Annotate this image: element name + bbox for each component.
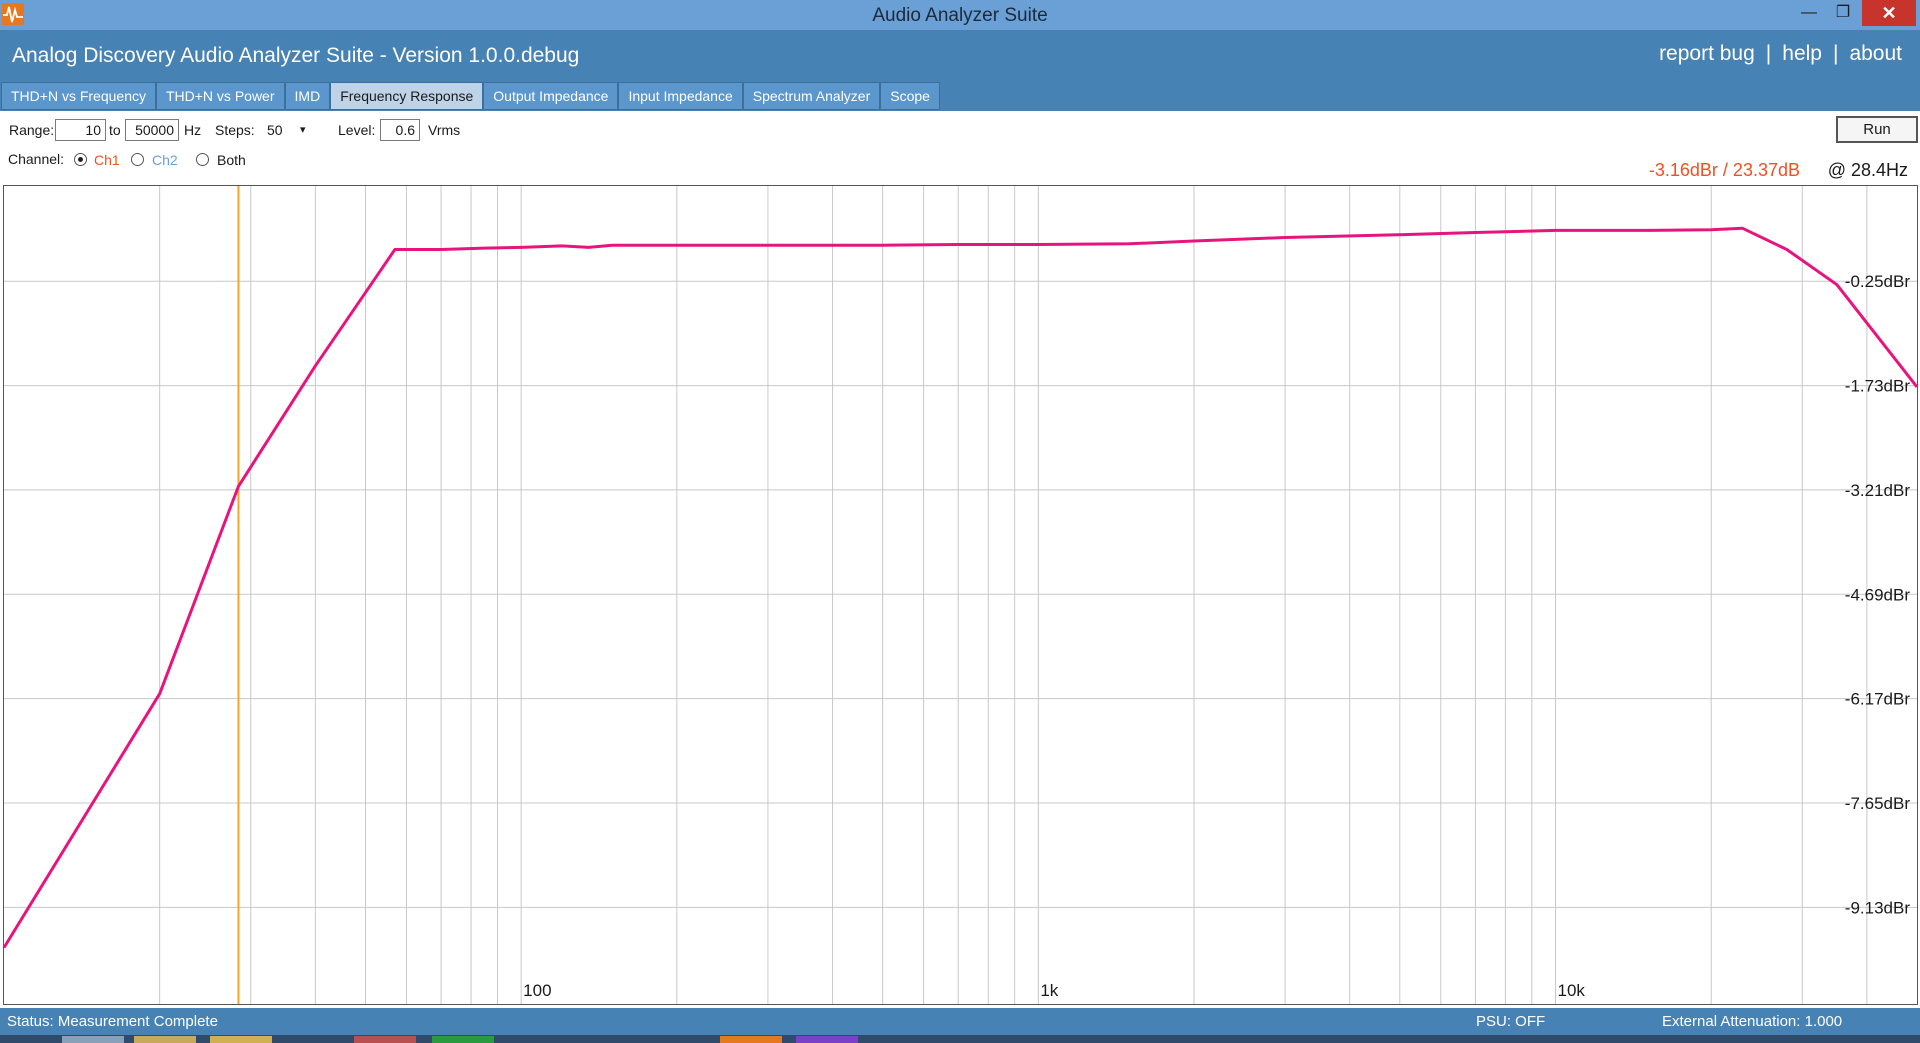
- taskbar-app-icon[interactable]: [134, 1036, 196, 1043]
- plot-border: [3, 185, 1918, 1005]
- taskbar-app-icon[interactable]: [62, 1036, 124, 1043]
- minimize-button[interactable]: —: [1792, 0, 1826, 26]
- external-attenuation: External Attenuation: 1.000: [1662, 1013, 1843, 1030]
- tab-input-impedance[interactable]: Input Impedance: [618, 82, 743, 110]
- run-button[interactable]: Run: [1836, 116, 1918, 143]
- restore-button[interactable]: ❐: [1826, 0, 1860, 26]
- taskbar: [0, 1035, 1920, 1043]
- y-tick-label: -4.69dBr: [1845, 585, 1911, 604]
- app-title: Analog Discovery Audio Analyzer Suite - …: [12, 44, 580, 67]
- help-link[interactable]: help: [1782, 42, 1822, 65]
- steps-label: Steps:: [215, 122, 255, 138]
- taskbar-app-icon[interactable]: [210, 1036, 272, 1043]
- ch2-radio[interactable]: [131, 153, 144, 166]
- tab-thdn-vs-power[interactable]: THD+N vs Power: [155, 82, 285, 110]
- title-bar: Audio Analyzer Suite — ❐ ✕: [0, 0, 1920, 30]
- about-link[interactable]: about: [1849, 42, 1902, 65]
- ch2-label: Ch2: [152, 152, 178, 168]
- window-title: Audio Analyzer Suite: [872, 5, 1048, 26]
- x-tick-label: 1k: [1040, 981, 1058, 1000]
- range-to-input[interactable]: 50000: [125, 119, 179, 141]
- to-label: to: [109, 122, 121, 138]
- steps-dropdown[interactable]: 50 ▾: [262, 119, 314, 141]
- y-tick-label: -9.13dBr: [1845, 898, 1911, 917]
- ch1-radio[interactable]: [74, 153, 87, 166]
- hz-label: Hz: [184, 122, 202, 138]
- y-tick-label: -1.73dBr: [1845, 377, 1911, 396]
- readout-value: -3.16dBr / 23.37dB: [1648, 160, 1800, 180]
- tab-thdn-vs-frequency[interactable]: THD+N vs Frequency: [1, 82, 156, 110]
- y-tick-label: -7.65dBr: [1845, 794, 1911, 813]
- readout-frequency: @ 28.4Hz: [1827, 160, 1908, 180]
- link-separator: |: [1832, 42, 1839, 65]
- x-tick-label: 100: [523, 981, 551, 1000]
- frequency-response-chart[interactable]: 100 1k 10k -0.25dBr -1.73dBr -3.21dBr -4.69dB…: [0, 184, 1920, 1008]
- ch1-label: Ch1: [94, 152, 120, 168]
- tab-imd[interactable]: IMD: [284, 82, 331, 110]
- psu-status: PSU: OFF: [1476, 1013, 1546, 1030]
- y-tick-label: -6.17dBr: [1845, 690, 1911, 709]
- report-bug-link[interactable]: report bug: [1659, 42, 1755, 65]
- chevron-down-icon: ▾: [300, 124, 306, 136]
- steps-value: 50: [267, 122, 283, 138]
- control-panel: Range: 10 to 50000 Hz Steps: 50 ▾ Level:…: [0, 111, 1920, 185]
- level-input[interactable]: 0.6: [380, 119, 420, 141]
- y-tick-label: -0.25dBr: [1845, 272, 1911, 291]
- taskbar-app-icon[interactable]: [354, 1036, 416, 1043]
- both-label: Both: [217, 152, 246, 168]
- tab-scope[interactable]: Scope: [880, 82, 940, 110]
- status-bar: Status: Measurement Complete PSU: OFF Ex…: [0, 1008, 1920, 1035]
- tab-output-impedance[interactable]: Output Impedance: [483, 82, 619, 110]
- header-links: report bug | help | about: [1659, 42, 1902, 66]
- link-separator: |: [1765, 42, 1772, 65]
- tab-strip: THD+N vs Frequency THD+N vs Power IMD Fr…: [1, 82, 940, 110]
- taskbar-app-icon[interactable]: [432, 1036, 494, 1043]
- both-radio[interactable]: [196, 153, 209, 166]
- taskbar-app-icon[interactable]: [796, 1036, 858, 1043]
- close-button[interactable]: ✕: [1862, 0, 1916, 26]
- level-label: Level:: [338, 122, 376, 138]
- y-tick-label: -3.21dBr: [1845, 481, 1911, 500]
- status-text: Status: Measurement Complete: [7, 1013, 218, 1030]
- tab-spectrum-analyzer[interactable]: Spectrum Analyzer: [742, 82, 881, 110]
- taskbar-app-icon[interactable]: [720, 1036, 782, 1043]
- channel-label: Channel:: [8, 151, 65, 167]
- tab-frequency-response[interactable]: Frequency Response: [330, 82, 484, 110]
- x-tick-label: 10k: [1558, 981, 1586, 1000]
- range-from-input[interactable]: 10: [55, 119, 106, 141]
- level-unit: Vrms: [428, 122, 461, 138]
- range-label: Range:: [9, 122, 55, 138]
